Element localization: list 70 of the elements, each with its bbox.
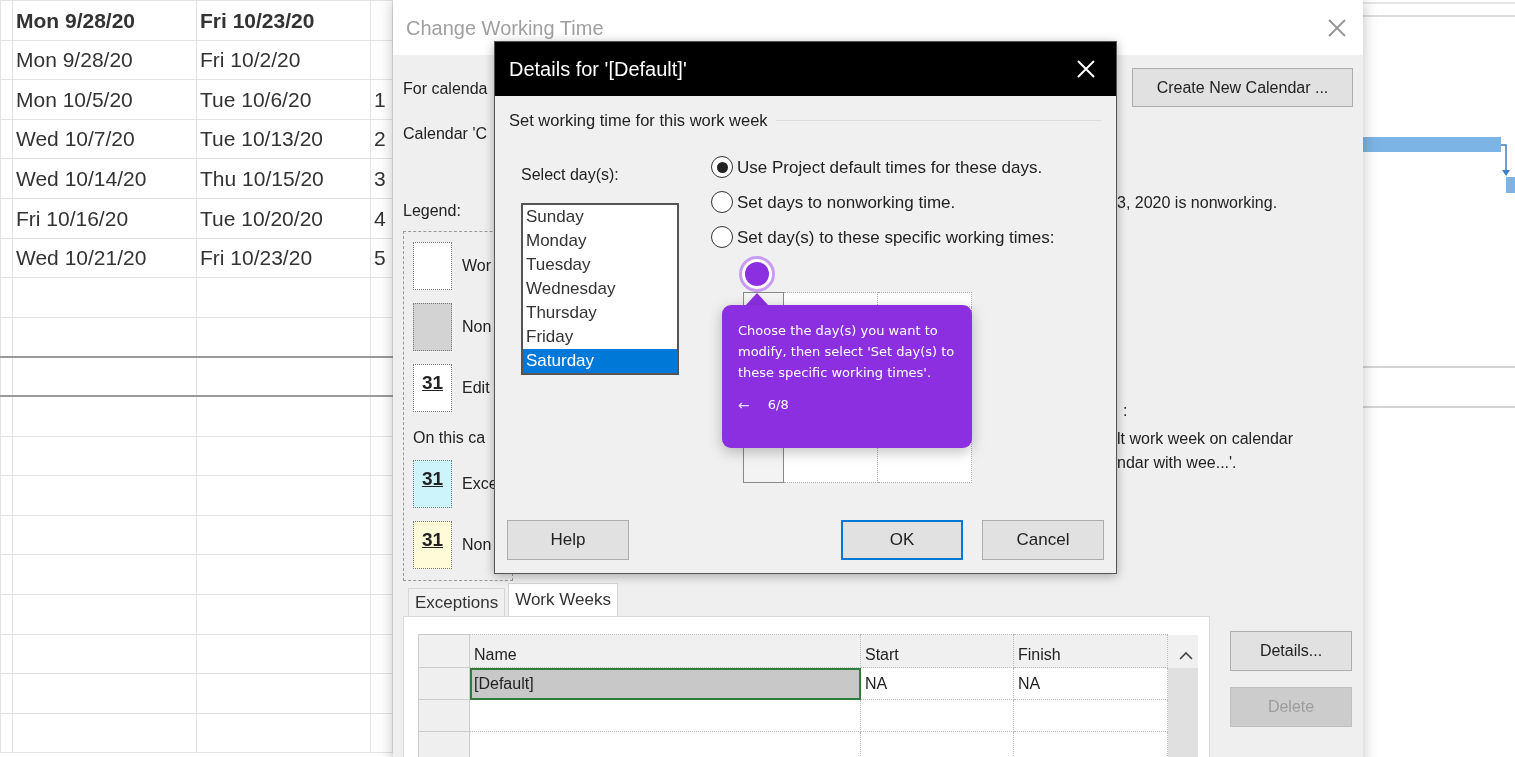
- calendar-day-swatch: 31: [413, 460, 452, 508]
- legend-label: Wor: [462, 256, 492, 276]
- dialog-button[interactable]: OK: [841, 520, 963, 560]
- tab[interactable]: Exceptions: [408, 588, 506, 616]
- legend-subtitle: On this ca: [413, 428, 487, 448]
- legend-title: Legend:: [403, 201, 462, 221]
- field-label: For calenda: [403, 79, 489, 99]
- dialog-button[interactable]: Help: [507, 520, 629, 560]
- table-cell: Wed 10/14/20: [16, 166, 147, 190]
- column-header: Finish: [1018, 646, 1061, 663]
- table-cell[interactable]: [Default]: [469, 667, 861, 700]
- table-cell: 2: [374, 127, 386, 151]
- column-header: Name: [474, 646, 517, 663]
- back-button[interactable]: ←: [738, 397, 750, 412]
- table-cell: Wed 10/7/20: [16, 127, 135, 151]
- radio-option[interactable]: Set day(s) to these specific working times:: [711, 219, 1055, 255]
- table-cell: 5: [374, 246, 386, 270]
- table-cell: Wed 10/21/20: [16, 246, 147, 270]
- calendar-note: Calendar 'C: [403, 124, 488, 144]
- dialog-button[interactable]: Cancel: [982, 520, 1104, 560]
- table-cell: Fri 10/16/20: [16, 206, 129, 230]
- list-item[interactable]: Friday: [523, 324, 677, 349]
- field-label: Select day(s):: [521, 164, 620, 185]
- list-item[interactable]: Wednesday: [523, 276, 677, 301]
- table-cell: Fri 10/23/20: [200, 8, 315, 32]
- tooltip-text: Choose the day(s) you want to modify, then select 'Set day(s) to these specific working times'.: [738, 322, 956, 382]
- dialog-title: Details for '[Default]': [509, 57, 687, 82]
- table-cell: 1: [374, 87, 386, 111]
- day-list[interactable]: Sunday Monday Tuesday Wednesday Thursday Friday Saturday: [521, 202, 679, 375]
- list-item[interactable]: Tuesday: [523, 252, 677, 277]
- section-title: Set working time for this work week: [509, 110, 768, 131]
- table-cell: 4: [374, 206, 386, 230]
- list-item[interactable]: Thursday: [523, 300, 677, 325]
- table-cell: Tue 10/13/20: [200, 127, 323, 151]
- step-counter: 6/8: [767, 396, 789, 414]
- create-calendar-button[interactable]: Create New Calendar ...: [1132, 68, 1353, 107]
- table-cell: Thu 10/15/20: [200, 166, 324, 190]
- scroll-up-icon[interactable]: [1179, 651, 1193, 661]
- table-cell: Mon 9/28/20: [16, 8, 136, 32]
- table-cell: NA: [1018, 674, 1041, 692]
- legend-label: Edit: [462, 378, 490, 398]
- table-cell: Mon 9/28/20: [16, 48, 133, 72]
- table-cell: NA: [865, 674, 888, 692]
- table-cell: Fri 10/2/20: [200, 48, 301, 72]
- color-swatch: [413, 242, 452, 290]
- status-text: 3, 2020 is nonworking.: [1117, 193, 1279, 213]
- radio-option[interactable]: Use Project default times for these days.: [711, 149, 1043, 185]
- tab[interactable]: Work Weeks: [508, 583, 618, 616]
- calendar-day-swatch: 31: [413, 364, 452, 412]
- table-cell: Mon 10/5/20: [16, 87, 133, 111]
- note-text: ndar with wee...'.: [1117, 453, 1238, 473]
- calendar-day-swatch: 31: [413, 521, 452, 569]
- note-text: lt work week on calendar: [1117, 429, 1295, 449]
- column-header: Start: [865, 646, 899, 663]
- list-item[interactable]: Saturday: [523, 348, 677, 373]
- connector-arrow: [1500, 144, 1510, 176]
- window-title: Change Working Time: [406, 15, 604, 41]
- color-swatch: [413, 303, 452, 351]
- details-button[interactable]: Details...: [1230, 631, 1352, 671]
- legend-label: Non: [462, 317, 492, 337]
- table-cell: Tue 10/6/20: [200, 87, 312, 111]
- table-cell: Tue 10/20/20: [200, 206, 323, 230]
- task-bar: [1506, 177, 1515, 193]
- table-cell: Fri 10/23/20: [200, 246, 313, 270]
- note-text: :: [1123, 401, 1129, 421]
- list-item[interactable]: Sunday: [523, 204, 677, 229]
- legend-label: Non: [462, 535, 492, 555]
- table-cell: 3: [374, 166, 386, 190]
- list-item[interactable]: Monday: [523, 228, 677, 253]
- radio-option[interactable]: Set days to nonworking time.: [711, 184, 956, 220]
